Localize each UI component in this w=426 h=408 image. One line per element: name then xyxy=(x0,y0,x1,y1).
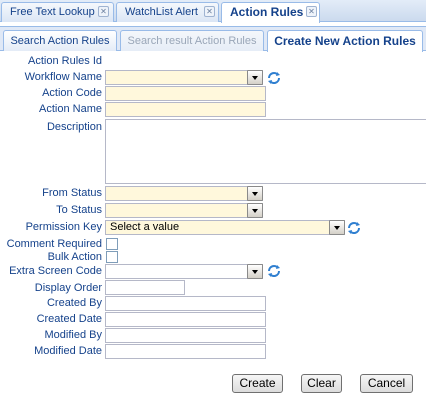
tab-label: Action Rules xyxy=(230,5,304,19)
tab-label: Free Text Lookup xyxy=(10,6,95,18)
workflow-name-combo[interactable] xyxy=(105,70,263,85)
permission-key-label: Permission Key xyxy=(25,221,102,233)
to-status-label: To Status xyxy=(56,204,102,216)
tab-search-action-rules[interactable]: Search Action Rules xyxy=(3,30,117,51)
created-by-input[interactable] xyxy=(105,296,266,311)
modified-by-label: Modified By xyxy=(44,329,102,341)
extra-screen-code-label: Extra Screen Code xyxy=(9,265,102,277)
refresh-icon[interactable] xyxy=(266,70,282,86)
bulk-action-label: Bulk Action xyxy=(47,251,102,263)
tab-action-rules[interactable]: Action Rules ✕ xyxy=(221,2,320,23)
permission-key-value: Select a value xyxy=(110,221,180,233)
chevron-down-icon[interactable] xyxy=(247,264,263,279)
created-by-label: Created By xyxy=(46,297,102,309)
comment-required-checkbox[interactable] xyxy=(106,238,118,250)
chevron-down-icon[interactable] xyxy=(247,186,263,201)
description-label: Description xyxy=(46,121,102,133)
bulk-action-checkbox[interactable] xyxy=(106,251,118,263)
modified-date-input[interactable] xyxy=(105,344,266,359)
action-name-input[interactable] xyxy=(105,102,266,117)
modified-date-label: Modified Date xyxy=(34,345,102,357)
refresh-icon[interactable] xyxy=(346,220,362,236)
create-button[interactable]: Create xyxy=(232,374,283,393)
tab-search-result-action-rules: Search result Action Rules xyxy=(120,30,264,51)
modified-by-input[interactable] xyxy=(105,328,266,343)
close-icon[interactable]: ✕ xyxy=(306,6,317,17)
comment-required-label: Comment Required xyxy=(6,238,102,250)
action-code-label: Action Code xyxy=(42,87,102,99)
tab-create-new-action-rules[interactable]: Create New Action Rules xyxy=(267,30,423,52)
close-icon[interactable]: ✕ xyxy=(204,6,215,17)
tab-free-text-lookup[interactable]: Free Text Lookup ✕ xyxy=(1,2,114,22)
close-icon[interactable]: ✕ xyxy=(98,6,109,17)
display-order-input[interactable] xyxy=(105,280,185,295)
create-action-rules-form: Action Rules Id Workflow Name Action Cod… xyxy=(0,52,426,408)
top-tab-strip: Free Text Lookup ✕ WatchList Alert ✕ Act… xyxy=(0,0,426,23)
cancel-button[interactable]: Cancel xyxy=(360,374,413,393)
action-rules-id-label: Action Rules Id xyxy=(28,55,102,67)
action-code-input[interactable] xyxy=(105,86,266,101)
extra-screen-code-combo[interactable] xyxy=(105,264,263,279)
refresh-icon[interactable] xyxy=(266,263,282,279)
sub-tab-strip: Search Action Rules Search result Action… xyxy=(0,26,426,52)
clear-button[interactable]: Clear xyxy=(301,374,342,393)
created-date-input[interactable] xyxy=(105,312,266,327)
permission-key-combo[interactable]: Select a value xyxy=(105,220,345,235)
display-order-label: Display Order xyxy=(34,282,102,294)
chevron-down-icon[interactable] xyxy=(329,220,345,235)
tab-watchlist-alert[interactable]: WatchList Alert ✕ xyxy=(116,2,219,22)
from-status-label: From Status xyxy=(42,187,102,199)
chevron-down-icon[interactable] xyxy=(247,70,263,85)
description-textarea[interactable] xyxy=(105,119,426,184)
tab-label: WatchList Alert xyxy=(125,6,198,18)
workflow-name-label: Workflow Name xyxy=(24,71,102,83)
chevron-down-icon[interactable] xyxy=(247,203,263,218)
to-status-combo[interactable] xyxy=(105,203,263,218)
from-status-combo[interactable] xyxy=(105,186,263,201)
action-name-label: Action Name xyxy=(39,103,102,115)
created-date-label: Created Date xyxy=(36,313,102,325)
